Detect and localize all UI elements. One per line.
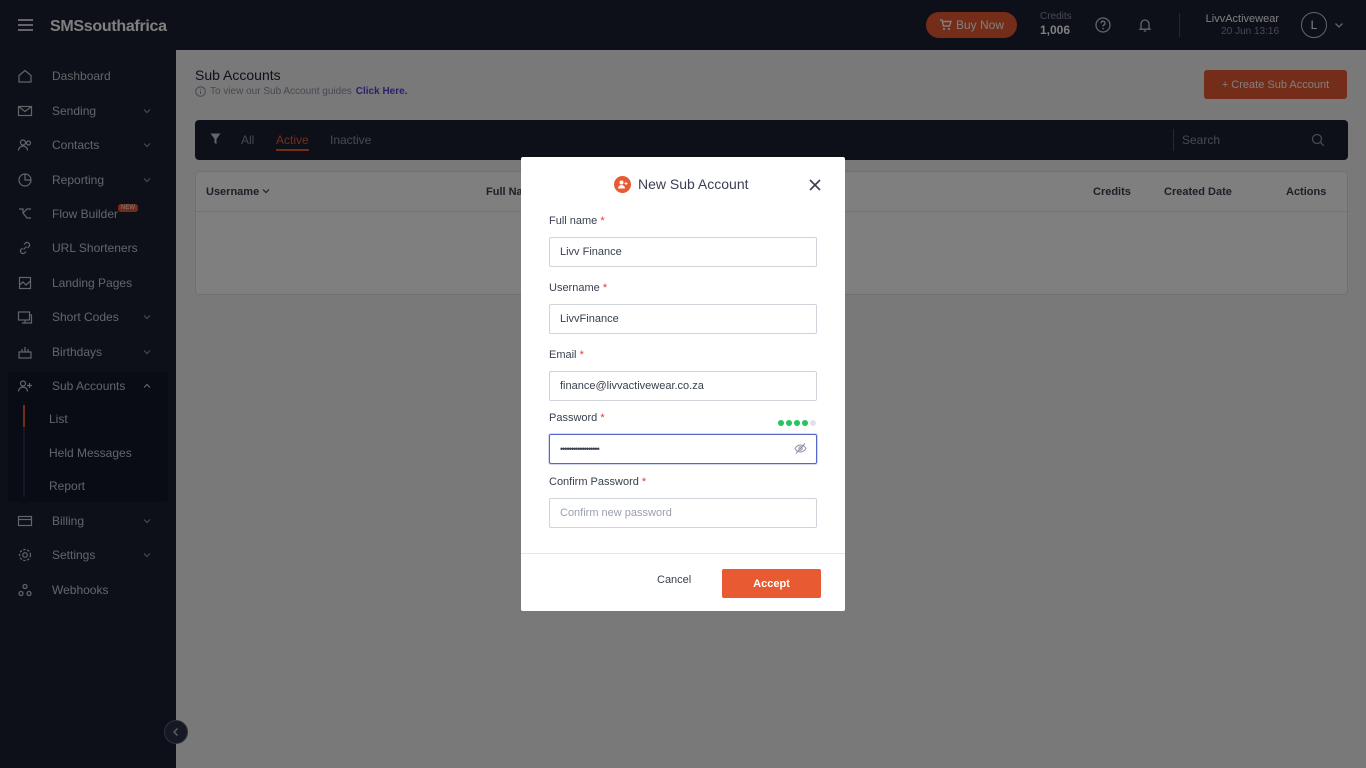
password-label: Password * <box>549 412 605 424</box>
modal-title: New Sub Account <box>638 176 749 192</box>
eye-off-icon[interactable] <box>794 442 807 455</box>
username-label: Username * <box>549 282 608 294</box>
user-icon <box>614 176 631 193</box>
email-label: Email * <box>549 349 584 361</box>
close-icon[interactable] <box>808 178 822 192</box>
full-name-field[interactable] <box>549 237 817 267</box>
cancel-button[interactable]: Cancel <box>657 574 691 586</box>
email-field[interactable] <box>549 371 817 401</box>
password-field[interactable] <box>549 434 817 464</box>
confirm-password-label: Confirm Password * <box>549 476 647 488</box>
accept-button[interactable]: Accept <box>722 569 821 598</box>
new-sub-account-modal: New Sub Account Full name * Username * E… <box>521 157 845 611</box>
username-field[interactable] <box>549 304 817 334</box>
confirm-password-field[interactable] <box>549 498 817 528</box>
modal-footer-divider <box>521 553 845 554</box>
password-strength-meter <box>778 420 816 426</box>
full-name-label: Full name * <box>549 215 605 227</box>
modal-header: New Sub Account <box>521 175 845 195</box>
